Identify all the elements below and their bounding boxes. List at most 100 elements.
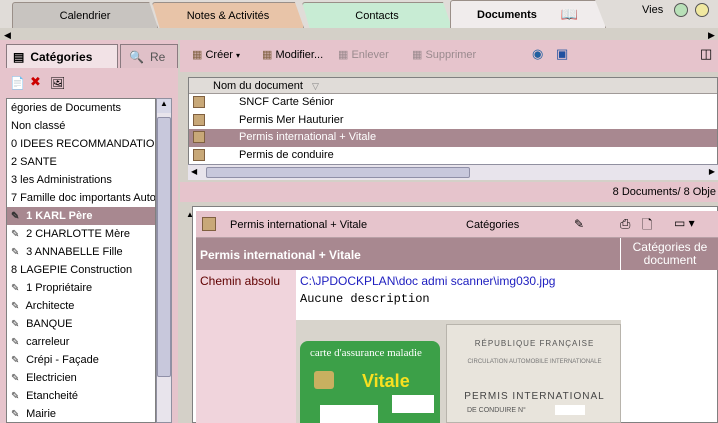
tag-icon: ✎ — [11, 337, 20, 348]
permis-image: RÉPUBLIQUE FRANÇAISE CIRCULATION AUTOMOB… — [446, 324, 621, 423]
document-row[interactable]: Permis Mer Hauturier — [189, 112, 717, 130]
detail-collapse-icon[interactable]: ▲ — [186, 210, 194, 219]
tree-item-label: 2 SANTE — [11, 156, 57, 168]
tree-item[interactable]: égories de Documents — [7, 99, 155, 117]
tree-item-label: Mairie — [26, 408, 57, 420]
modify-button[interactable]: ▦ Modifier... — [262, 48, 323, 61]
tab-search[interactable]: 🔍 Re — [120, 44, 178, 68]
tree-item[interactable]: ✎ BANQUE — [7, 315, 155, 333]
detail-label-column: Chemin absolu — [196, 270, 296, 423]
detail-categories-header: Catégories de document — [632, 240, 708, 267]
layout-icon[interactable]: ◫ — [700, 46, 712, 62]
detail-bar-categories[interactable]: Catégories — [466, 219, 519, 231]
redaction-box — [555, 405, 585, 415]
view-icon-2[interactable] — [695, 3, 710, 17]
tab-notes[interactable]: Notes & Activités — [152, 2, 304, 28]
tree-item-label: 3 ANNABELLE Fille — [26, 246, 123, 258]
scroll-thumb[interactable] — [157, 117, 171, 377]
tree-item[interactable]: ✎ Crépi - Façade — [7, 351, 155, 369]
tree-item[interactable]: ✎ carreleur — [7, 333, 155, 351]
tree-item[interactable]: 3 les Administrations — [7, 171, 155, 189]
tree-item[interactable]: ✎ Mairie — [7, 405, 155, 422]
print-icon[interactable]: ⎙ — [620, 216, 630, 232]
detail-toolbar: Permis international + Vitale Catégories… — [196, 211, 718, 238]
vitale-card-text: carte d'assurance maladie — [310, 347, 422, 359]
tree-item[interactable]: ✎ 3 ANNABELLE Fille — [7, 243, 155, 261]
document-icon — [193, 96, 205, 108]
document-name: Permis Mer Hauturier — [239, 113, 344, 126]
tab-calendrier[interactable]: Calendrier — [12, 2, 158, 28]
document-row[interactable]: Permis de conduire — [189, 147, 717, 165]
tag-icon: ✎ — [11, 211, 20, 222]
create-button[interactable]: ▦ Créer ▾ — [192, 48, 240, 61]
column-header-name[interactable]: Nom du document ▽ — [189, 78, 717, 94]
tab-label: Calendrier — [59, 9, 111, 22]
tree-item-label: 1 Propriétaire — [26, 282, 93, 294]
tree-item[interactable]: Non classé — [7, 117, 155, 135]
link-icon[interactable]: ✎ — [574, 217, 584, 231]
tab-documents[interactable]: Documents 📖 — [450, 0, 606, 28]
tree-item[interactable]: ✎ 1 Propriétaire — [7, 279, 155, 297]
category-tree-icon: ▤ — [13, 49, 25, 64]
tab-label: Catégories — [30, 49, 93, 64]
tree-item[interactable]: 0 IDEES RECOMMANDATION — [7, 135, 155, 153]
people-icon[interactable]: ▣ — [556, 46, 568, 62]
document-name: SNCF Carte Sénior — [239, 96, 334, 108]
detail-bar-title: Permis international + Vitale — [230, 219, 368, 231]
tag-icon: ✎ — [11, 283, 20, 294]
tree-item[interactable]: ✎ Architecte — [7, 297, 155, 315]
create-icon: ▦ — [192, 49, 203, 61]
remove-button[interactable]: ▦ Enlever — [338, 48, 389, 61]
tree-item[interactable]: ✎ Electricien — [7, 369, 155, 387]
delete-icon: ▦ — [412, 49, 423, 61]
tree-item-selected[interactable]: ✎ 1 KARL Père — [7, 207, 155, 225]
send-icon[interactable]: ▭ ▾ — [674, 216, 695, 230]
scroll-thumb[interactable] — [206, 167, 470, 178]
delete-button[interactable]: ▦ Supprimer — [412, 48, 476, 61]
detail-header-divider — [620, 238, 621, 270]
vies-label: Vies — [642, 3, 664, 16]
tree-item-label: 7 Famille doc importants Auto — [11, 192, 155, 204]
list-horizontal-scrollbar[interactable]: ◀ ▶ — [188, 164, 718, 180]
tab-label: Contacts — [355, 9, 399, 22]
document-count: 8 Documents/ 8 Obje — [180, 182, 718, 202]
scroll-up-icon[interactable]: ▲ — [157, 99, 171, 113]
vies-selector[interactable]: Vies — [642, 3, 710, 17]
tab-label: Notes & Activités — [186, 9, 270, 22]
modify-label: Modifier... — [275, 49, 324, 61]
scroll-left-icon[interactable]: ◀ — [191, 167, 197, 176]
tab-label: Documents — [477, 8, 537, 21]
tree-item[interactable]: ✎ Etancheité — [7, 387, 155, 405]
new-category-icon[interactable]: 📄 — [10, 76, 25, 90]
tree-item[interactable]: 2 SANTE — [7, 153, 155, 171]
image-icon[interactable]: 🖼 — [50, 76, 65, 90]
tree-item[interactable]: 8 LAGEPIE Construction — [7, 261, 155, 279]
scroll-right-icon[interactable]: ▶ — [709, 167, 715, 176]
tab-categories[interactable]: ▤ Catégories — [6, 44, 118, 68]
category-tree[interactable]: égories de Documents Non classé 0 IDEES … — [6, 98, 156, 423]
tag-icon: ✎ — [11, 409, 20, 420]
tree-item[interactable]: 7 Famille doc importants Auto — [7, 189, 155, 207]
permis-line: CIRCULATION AUTOMOBILE INTERNATIONALE — [467, 359, 602, 365]
document-row-selected[interactable]: Permis international + Vitale — [189, 129, 717, 147]
count-text: 8 Documents/ 8 Obje — [612, 186, 716, 198]
preview-icon[interactable]: 🗋 — [642, 216, 652, 238]
left-panel-tabs: ▤ Catégories 🔍 Re — [6, 44, 178, 68]
delete-category-icon[interactable]: ✖ — [30, 74, 41, 90]
view-icon-1[interactable] — [674, 3, 689, 17]
redaction-box — [320, 405, 378, 423]
tab-contacts[interactable]: Contacts — [302, 2, 452, 28]
top-tab-bar: Calendrier Notes & Activités Contacts Do… — [0, 0, 718, 28]
document-icon — [202, 217, 216, 231]
tree-item-label: Architecte — [25, 300, 75, 312]
document-name: Permis de conduire — [239, 148, 334, 161]
tree-item[interactable]: ✎ 2 CHARLOTTE Mère — [7, 225, 155, 243]
path-link[interactable]: C:\JPDOCKPLAN\doc admi scanner\img030.jp… — [300, 274, 555, 288]
tree-scrollbar[interactable]: ▲ — [156, 98, 172, 423]
globe-icon[interactable]: ◉ — [532, 46, 543, 62]
column-header-label: Nom du document — [213, 80, 303, 92]
document-icon — [193, 131, 205, 143]
tree-item-label: 2 CHARLOTTE Mère — [26, 228, 130, 240]
document-row[interactable]: SNCF Carte Sénior — [189, 94, 717, 112]
document-icon — [193, 113, 205, 126]
